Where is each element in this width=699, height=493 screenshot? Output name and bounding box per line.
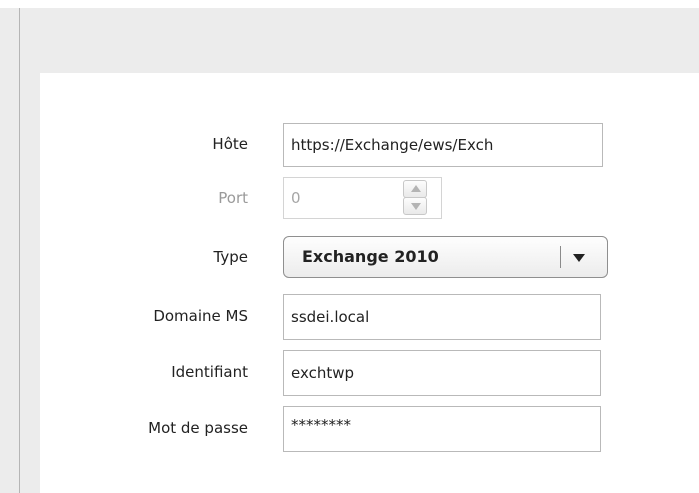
- spinner-up-button: [403, 180, 427, 198]
- settings-form-panel: Hôte https://Exchange/ews/Exch Port 0 Ty…: [40, 73, 699, 493]
- identifier-input[interactable]: exchtwp: [283, 350, 601, 396]
- select-separator: [560, 246, 561, 268]
- type-label: Type: [213, 248, 248, 266]
- domain-input[interactable]: ssdei.local: [283, 294, 601, 340]
- spinner-down-button: [403, 197, 427, 215]
- identifier-label: Identifiant: [171, 363, 248, 381]
- port-spinner: [401, 177, 441, 217]
- spinner-down-arrow-icon: [411, 203, 421, 210]
- dropdown-arrow-icon[interactable]: [573, 254, 585, 262]
- host-input[interactable]: https://Exchange/ews/Exch: [283, 123, 603, 167]
- port-label: Port: [218, 189, 248, 207]
- password-input[interactable]: ********: [283, 406, 601, 452]
- spinner-up-arrow-icon: [411, 185, 421, 192]
- host-label: Hôte: [212, 135, 248, 153]
- dialog-border: [19, 8, 20, 493]
- password-label: Mot de passe: [148, 419, 248, 437]
- type-select-value: Exchange 2010: [302, 247, 439, 266]
- domain-label: Domaine MS: [153, 307, 248, 325]
- type-select[interactable]: Exchange 2010: [283, 236, 608, 278]
